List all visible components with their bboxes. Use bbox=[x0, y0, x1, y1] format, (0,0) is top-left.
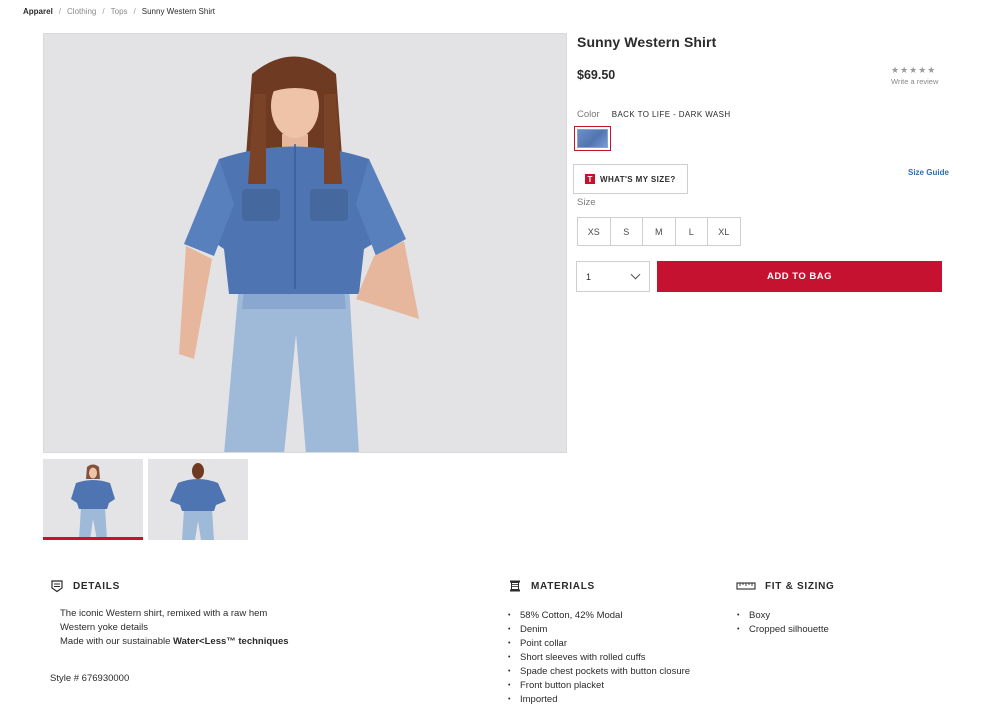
add-to-bag-button[interactable]: ADD TO BAG bbox=[657, 261, 942, 292]
color-label: Color bbox=[577, 109, 600, 120]
breadcrumb-clothing[interactable]: Clothing bbox=[67, 7, 96, 16]
thumbnail-back-image bbox=[148, 459, 248, 540]
breadcrumb-current: Sunny Western Shirt bbox=[141, 7, 215, 16]
size-option-xl[interactable]: XL bbox=[707, 217, 741, 246]
thumbnail-back[interactable] bbox=[148, 459, 248, 540]
quantity-value: 1 bbox=[586, 271, 592, 282]
waterless-link[interactable]: Water<Less™ techniques bbox=[173, 636, 289, 647]
thumbnail-front-image bbox=[43, 459, 143, 540]
breadcrumb-separator: / bbox=[133, 7, 136, 16]
fit-sizing-heading-label: FIT & SIZING bbox=[765, 580, 835, 592]
fit-sizing-list: Boxy Cropped silhouette bbox=[737, 609, 829, 637]
size-option-xs[interactable]: XS bbox=[577, 217, 611, 246]
size-guide-link[interactable]: Size Guide bbox=[908, 168, 949, 177]
list-item: Point collar bbox=[508, 637, 690, 651]
breadcrumb-tops[interactable]: Tops bbox=[111, 7, 128, 16]
breadcrumb-separator: / bbox=[58, 7, 62, 16]
list-item: Cropped silhouette bbox=[737, 623, 829, 637]
color-row: Color BACK TO LIFE - DARK WASH bbox=[577, 109, 731, 120]
color-swatch-selected[interactable] bbox=[574, 126, 611, 151]
rating: ★★★★★ Write a review bbox=[891, 65, 938, 86]
size-option-s[interactable]: S bbox=[609, 217, 643, 246]
materials-heading-label: MATERIALS bbox=[531, 580, 595, 592]
ruler-icon bbox=[736, 582, 756, 590]
details-line: The iconic Western shirt, remixed with a… bbox=[60, 608, 268, 619]
size-label: Size bbox=[577, 197, 596, 208]
product-main-image[interactable] bbox=[43, 33, 567, 453]
details-description: The iconic Western shirt, remixed with a… bbox=[60, 607, 289, 649]
product-title: Sunny Western Shirt bbox=[577, 34, 717, 50]
breadcrumb-apparel[interactable]: Apparel bbox=[23, 7, 53, 16]
color-swatch-fill bbox=[577, 129, 608, 148]
list-item: Imported bbox=[508, 693, 690, 704]
size-selector: XS S M L XL bbox=[577, 217, 741, 246]
model-photo bbox=[44, 34, 566, 452]
quantity-select[interactable]: 1 bbox=[576, 261, 650, 292]
breadcrumb: Apparel / Clothing / Tops / Sunny Wester… bbox=[23, 7, 215, 16]
materials-list: 58% Cotton, 42% Modal Denim Point collar… bbox=[508, 609, 690, 704]
tag-icon bbox=[51, 580, 63, 593]
true-fit-icon: T bbox=[585, 174, 595, 184]
details-line-sustainable: Made with our sustainable Water<Less™ te… bbox=[60, 635, 289, 649]
list-item: Boxy bbox=[737, 609, 829, 623]
details-heading-label: DETAILS bbox=[73, 580, 120, 592]
rating-stars[interactable]: ★★★★★ bbox=[891, 65, 938, 76]
list-item: Denim bbox=[508, 623, 690, 637]
list-item: Short sleeves with rolled cuffs bbox=[508, 651, 690, 665]
thumbnail-front[interactable] bbox=[43, 459, 143, 540]
whats-my-size-button[interactable]: T WHAT'S MY SIZE? bbox=[573, 164, 688, 194]
fit-sizing-heading: FIT & SIZING bbox=[736, 579, 835, 593]
style-number: Style # 676930000 bbox=[50, 673, 130, 684]
details-line: Western yoke details bbox=[60, 622, 149, 633]
whats-my-size-label: WHAT'S MY SIZE? bbox=[600, 174, 676, 184]
product-price: $69.50 bbox=[577, 68, 616, 82]
sustain-prefix: Made with our sustainable bbox=[60, 636, 174, 647]
size-option-l[interactable]: L bbox=[674, 217, 708, 246]
chevron-down-icon bbox=[630, 269, 641, 280]
thumbnail-strip bbox=[43, 459, 248, 540]
thread-spool-icon bbox=[510, 580, 520, 592]
list-item: Spade chest pockets with button closure bbox=[508, 665, 690, 679]
write-review-link[interactable]: Write a review bbox=[891, 77, 938, 86]
breadcrumb-separator: / bbox=[102, 7, 105, 16]
list-item: Front button placket bbox=[508, 679, 690, 693]
size-option-m[interactable]: M bbox=[642, 217, 676, 246]
list-item: 58% Cotton, 42% Modal bbox=[508, 609, 690, 623]
materials-heading: MATERIALS bbox=[508, 579, 595, 593]
details-heading: DETAILS bbox=[50, 579, 120, 593]
color-value: BACK TO LIFE - DARK WASH bbox=[611, 110, 731, 119]
